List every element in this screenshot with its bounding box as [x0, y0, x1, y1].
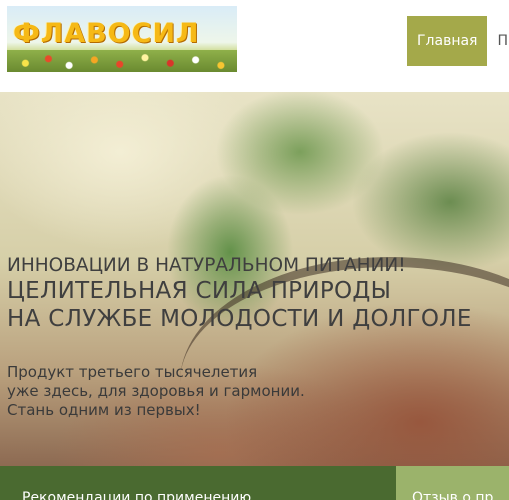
usage-recommendations-link[interactable]: Рекомендации по применению [0, 466, 396, 500]
logo-flower-field [7, 50, 237, 72]
product-review-link[interactable]: Отзыв о пр [396, 466, 509, 500]
feature-bar: Рекомендации по применению Отзыв о пр [0, 466, 509, 500]
hero-description-line: уже здесь, для здоровья и гармонии. [7, 382, 305, 400]
nav-item-products[interactable]: Пр [487, 16, 509, 66]
hero-description: Продукт третьего тысячелетия уже здесь, … [7, 363, 305, 420]
site-logo[interactable]: ФЛАВОСИЛ [7, 6, 237, 72]
hero-description-line: Продукт третьего тысячелетия [7, 363, 258, 381]
hero-description-line: Стань одним из первых! [7, 401, 201, 419]
hero-title-line-2: НА СЛУЖБЕ МОЛОДОСТИ И ДОЛГОЛЕ [7, 306, 472, 332]
logo-text: ФЛАВОСИЛ [13, 18, 200, 49]
hero-heading: ИННОВАЦИИ В НАТУРАЛЬНОМ ПИТАНИИ! ЦЕЛИТЕЛ… [7, 255, 472, 333]
hero-tagline: ИННОВАЦИИ В НАТУРАЛЬНОМ ПИТАНИИ! [7, 255, 406, 276]
hero-title-line-1: ЦЕЛИТЕЛЬНАЯ СИЛА ПРИРОДЫ [7, 278, 392, 304]
site-header: ФЛАВОСИЛ Главная Пр [0, 0, 509, 92]
hero-banner: ИННОВАЦИИ В НАТУРАЛЬНОМ ПИТАНИИ! ЦЕЛИТЕЛ… [0, 92, 509, 466]
main-nav: Главная Пр [407, 16, 509, 66]
nav-item-home[interactable]: Главная [407, 16, 488, 66]
